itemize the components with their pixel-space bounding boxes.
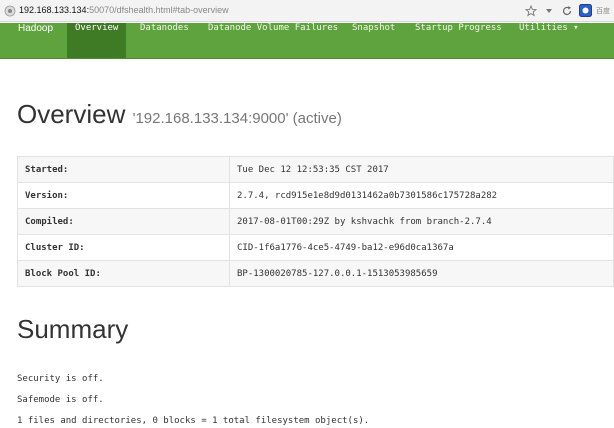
summary-heading: Summary <box>17 314 129 344</box>
dropdown-arrow-icon[interactable] <box>542 4 556 18</box>
safemode-status: Safemode is off. <box>17 395 104 405</box>
reload-icon[interactable] <box>560 4 574 18</box>
nav-utilities[interactable]: Utilities ▾ <box>519 23 579 58</box>
row-key: Cluster ID: <box>17 234 230 261</box>
overview-subtitle: '192.168.133.134:9000' (active) <box>132 110 342 127</box>
table-row: Block Pool ID: BP-1300020785-127.0.0.1-1… <box>17 260 614 287</box>
row-value: CID-1f6a1776-4ce5-4749-ba12-e96d0ca1367a <box>229 234 614 261</box>
search-engine-icon[interactable] <box>578 4 592 18</box>
overview-title: Overview <box>17 99 126 129</box>
overview-heading: Overview '192.168.133.134:9000' (active) <box>17 99 342 130</box>
url-host: 192.168.133.134: <box>19 5 90 15</box>
address-bar[interactable]: 192.168.133.134:50070/dfshealth.html#tab… <box>19 2 349 18</box>
search-engine-name: 百度 <box>596 7 610 15</box>
nav-snapshot[interactable]: Snapshot <box>352 23 395 58</box>
row-value: 2.7.4, rcd915e1e8d9d0131462a0b7301586c17… <box>229 182 614 209</box>
browser-controls: 百度 <box>524 0 614 21</box>
nav-startup-progress[interactable]: Startup Progress <box>415 23 502 58</box>
overview-table: Started: Tue Dec 12 12:53:35 CST 2017 Ve… <box>17 156 614 287</box>
row-value: BP-1300020785-127.0.0.1-1513053985659 <box>229 260 614 287</box>
table-row: Cluster ID: CID-1f6a1776-4ce5-4749-ba12-… <box>17 234 614 261</box>
nav-datanode-volume-failures[interactable]: Datanode Volume Failures <box>208 23 338 58</box>
brand-logo[interactable]: Hadoop <box>18 23 53 58</box>
row-value: 2017-08-01T00:29Z by kshvachk from branc… <box>229 208 614 235</box>
site-info-icon[interactable] <box>4 4 16 17</box>
browser-toolbar: 192.168.133.134:50070/dfshealth.html#tab… <box>0 0 614 22</box>
table-row: Started: Tue Dec 12 12:53:35 CST 2017 <box>17 156 614 183</box>
nav-overview[interactable]: Overview <box>67 23 127 58</box>
filesystem-objects-count: 1 files and directories, 0 blocks = 1 to… <box>17 416 370 426</box>
bookmark-star-icon[interactable] <box>524 4 538 18</box>
row-key: Started: <box>17 156 230 183</box>
table-row: Version: 2.7.4, rcd915e1e8d9d0131462a0b7… <box>17 182 614 209</box>
row-key: Version: <box>17 182 230 209</box>
row-key: Compiled: <box>17 208 230 235</box>
url-path: 50070/dfshealth.html#tab-overview <box>89 5 229 15</box>
hadoop-navbar: Hadoop Overview Datanodes Datanode Volum… <box>0 23 614 59</box>
row-value: Tue Dec 12 12:53:35 CST 2017 <box>229 156 614 183</box>
nav-datanodes[interactable]: Datanodes <box>140 23 189 58</box>
table-row: Compiled: 2017-08-01T00:29Z by kshvachk … <box>17 208 614 235</box>
row-key: Block Pool ID: <box>17 260 230 287</box>
security-status: Security is off. <box>17 374 104 384</box>
